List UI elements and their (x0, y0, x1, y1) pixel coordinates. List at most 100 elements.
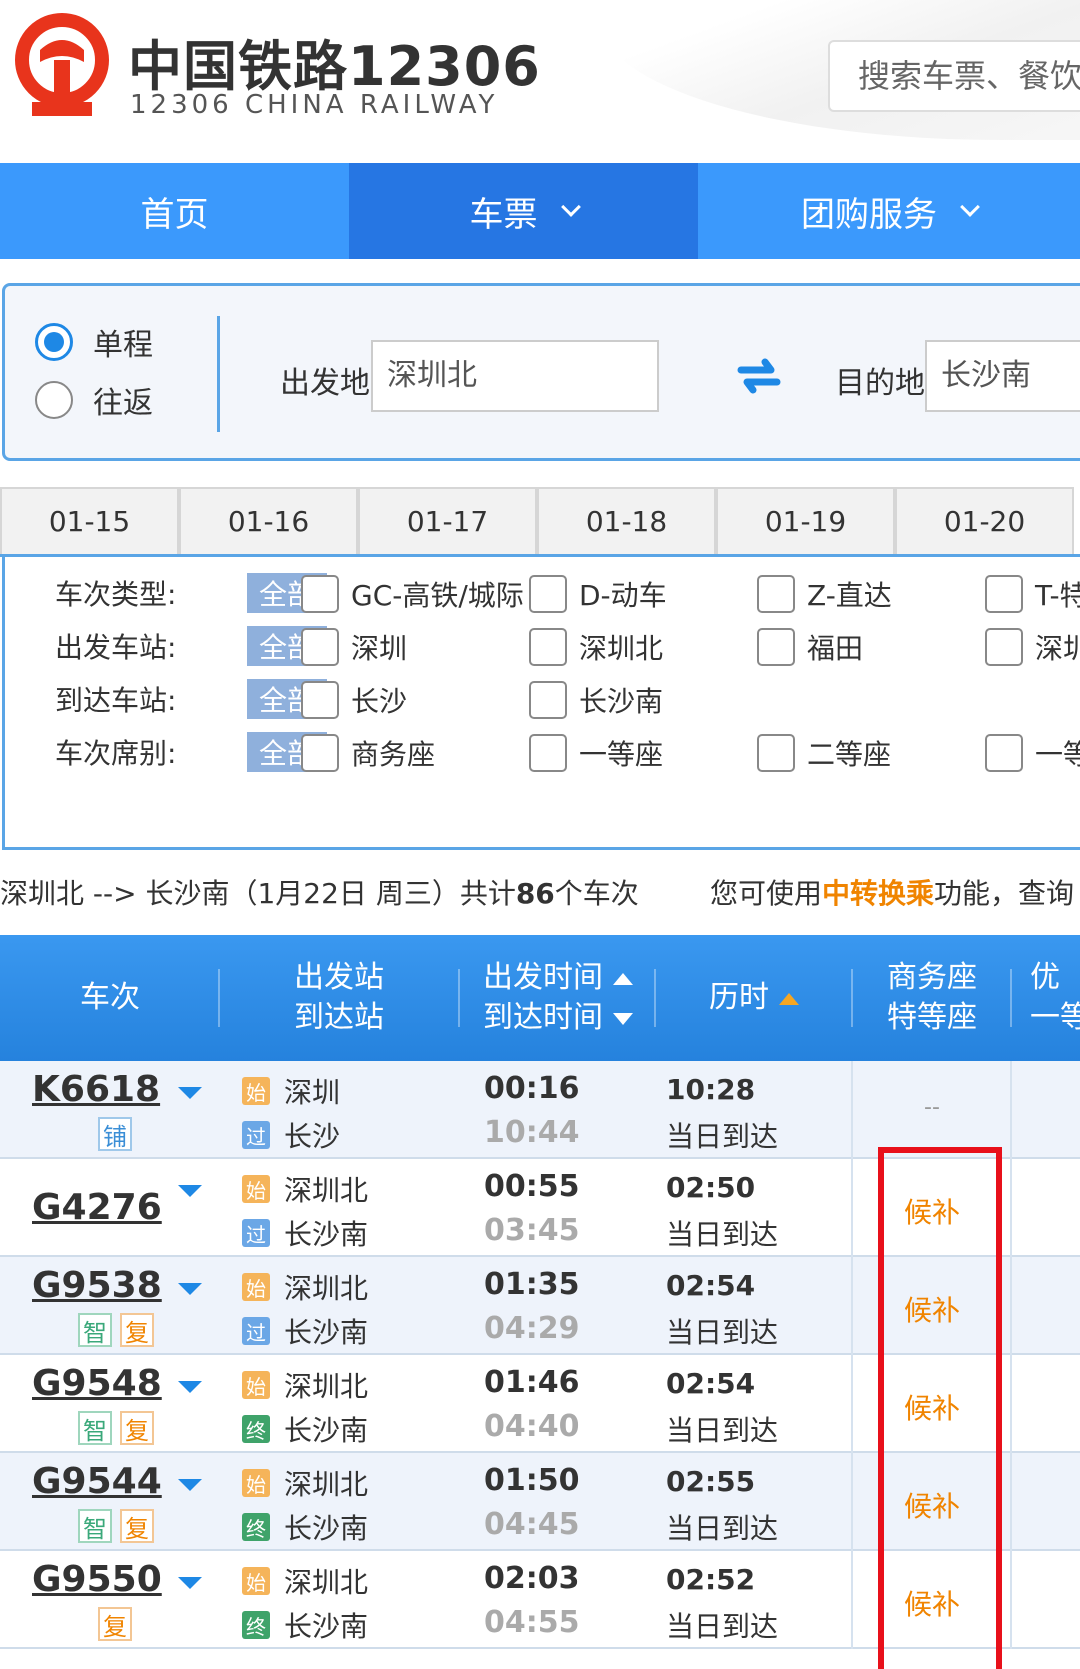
to-station-input[interactable]: 长沙南 (925, 340, 1080, 412)
departure-time: 01:50 (484, 1463, 580, 1498)
date-tab[interactable]: 01-19 (716, 487, 895, 554)
train-number-link[interactable]: G4276 (32, 1187, 162, 1228)
departure-time: 00:55 (484, 1169, 580, 1204)
header-times[interactable]: 出发时间 到达时间 (460, 935, 656, 1061)
nav-tickets[interactable]: 车票 (349, 163, 698, 259)
filter-option-label: T-特 (1035, 579, 1080, 612)
date-tab[interactable]: 01-18 (537, 487, 716, 554)
date-tab[interactable]: 01-15 (0, 487, 179, 554)
nav-group-service[interactable]: 团购服务 (698, 163, 1080, 259)
date-tab[interactable]: 01-20 (895, 487, 1074, 554)
sort-asc-icon[interactable] (613, 972, 633, 985)
arrival-time: 04:29 (484, 1311, 580, 1346)
checkbox[interactable] (301, 681, 339, 719)
column-divider (1010, 1061, 1012, 1159)
table-row[interactable]: G4276 始深圳北 过长沙南 00:55 03:45 02:50 当日到达 候… (0, 1159, 1080, 1257)
train-number-link[interactable]: K6618 (32, 1069, 160, 1110)
radio-checked-icon[interactable] (35, 323, 73, 361)
business-seat-waitlist[interactable]: 候补 (852, 1289, 1012, 1329)
from-station-input[interactable]: 深圳北 (371, 340, 659, 412)
departure-time: 01:46 (484, 1365, 580, 1400)
duration: 10:28 (666, 1073, 756, 1106)
filter-option[interactable]: 深圳北 (529, 627, 663, 667)
header-duration[interactable]: 历时 (656, 935, 852, 1061)
expand-arrow-icon[interactable] (178, 1185, 202, 1197)
checkbox[interactable] (529, 734, 567, 772)
filter-option[interactable]: 一等座 (529, 733, 663, 773)
expand-arrow-icon[interactable] (178, 1479, 202, 1491)
radio-unchecked-icon[interactable] (35, 381, 73, 419)
origin-badge-icon: 始 (242, 1371, 270, 1399)
checkbox[interactable] (529, 681, 567, 719)
checkbox[interactable] (985, 628, 1023, 666)
header-divider (1010, 969, 1012, 1027)
train-tags: 智 复 (78, 1509, 162, 1543)
checkbox[interactable] (301, 628, 339, 666)
train-number-link[interactable]: G9544 (32, 1461, 162, 1502)
filter-option[interactable]: 福田 (757, 627, 863, 667)
nav-home[interactable]: 首页 (0, 163, 349, 259)
checkbox[interactable] (757, 575, 795, 613)
filter-option[interactable]: 长沙南 (529, 680, 663, 720)
header-train: 车次 (0, 935, 220, 1061)
filter-option[interactable]: 商务座 (301, 733, 435, 773)
filter-option[interactable]: 深圳 (985, 627, 1080, 667)
transfer-link[interactable]: 中转换乘 (822, 877, 934, 910)
route-summary: 深圳北 --> 长沙南（1月22日 周三）共计 (0, 877, 516, 910)
train-number-link[interactable]: G9550 (32, 1559, 162, 1600)
transfer-hint: 您可使用中转换乘功能，查询 (710, 872, 1074, 912)
filter-option[interactable]: 长沙 (301, 680, 407, 720)
railway-logo-icon[interactable] (10, 10, 114, 122)
expand-arrow-icon[interactable] (178, 1381, 202, 1393)
filter-option[interactable]: 深圳 (301, 627, 407, 667)
departure-time: 02:03 (484, 1561, 580, 1596)
table-row[interactable]: G9550 复 始深圳北 终长沙南 02:03 04:55 02:52 当日到达… (0, 1551, 1080, 1649)
date-tab[interactable]: 01-17 (358, 487, 537, 554)
checkbox[interactable] (529, 628, 567, 666)
business-seat-waitlist[interactable]: 候补 (852, 1485, 1012, 1525)
from-station-label: 深圳 (284, 1076, 341, 1109)
sort-desc-icon[interactable] (613, 1012, 633, 1025)
filter-row-arrival: 到达车站: 全部 (55, 677, 327, 721)
filter-option-label: Z-直达 (807, 579, 892, 612)
table-row[interactable]: G9538 智 复 始深圳北 过长沙南 01:35 04:29 02:54 当日… (0, 1257, 1080, 1355)
filter-option[interactable]: D-动车 (529, 574, 667, 614)
checkbox[interactable] (757, 628, 795, 666)
hint-suffix: 功能，查询 (934, 877, 1075, 910)
checkbox[interactable] (985, 575, 1023, 613)
checkbox[interactable] (301, 734, 339, 772)
expand-arrow-icon[interactable] (178, 1577, 202, 1589)
train-number-link[interactable]: G9538 (32, 1265, 162, 1306)
column-divider (1010, 1257, 1012, 1355)
departure-time: 01:35 (484, 1267, 580, 1302)
radio-round-trip[interactable]: 往返 (35, 378, 153, 422)
table-row[interactable]: K6618 铺 始深圳 过长沙 00:16 10:44 10:28 当日到达 -… (0, 1061, 1080, 1159)
business-seat-waitlist[interactable]: 候补 (852, 1191, 1012, 1231)
checkbox[interactable] (301, 575, 339, 613)
radio-one-way-label: 单程 (93, 328, 153, 363)
checkbox[interactable] (757, 734, 795, 772)
train-number-link[interactable]: G9548 (32, 1363, 162, 1404)
business-seat-waitlist[interactable]: 候补 (852, 1583, 1012, 1623)
train-tags: 铺 (98, 1117, 140, 1151)
filter-option[interactable]: GC-高铁/城际 (301, 574, 524, 614)
arrival-time: 04:45 (484, 1507, 580, 1542)
checkbox[interactable] (529, 575, 567, 613)
filter-option[interactable]: T-特 (985, 574, 1080, 614)
column-divider (1010, 1355, 1012, 1453)
expand-arrow-icon[interactable] (178, 1283, 202, 1295)
filter-option[interactable]: 一等 (985, 733, 1080, 773)
nav-home-label: 首页 (140, 194, 209, 235)
radio-one-way[interactable]: 单程 (35, 320, 153, 364)
filter-option[interactable]: 二等座 (757, 733, 891, 773)
filter-option[interactable]: Z-直达 (757, 574, 892, 614)
table-row[interactable]: G9548 智 复 始深圳北 终长沙南 01:46 04:40 02:54 当日… (0, 1355, 1080, 1453)
date-tab[interactable]: 01-16 (179, 487, 358, 554)
site-search-input[interactable]: 搜索车票、餐饮 (828, 40, 1080, 112)
checkbox[interactable] (985, 734, 1023, 772)
table-row[interactable]: G9544 智 复 始深圳北 终长沙南 01:50 04:45 02:55 当日… (0, 1453, 1080, 1551)
business-seat-waitlist[interactable]: 候补 (852, 1387, 1012, 1427)
sort-asc-icon[interactable] (779, 992, 799, 1005)
expand-arrow-icon[interactable] (178, 1087, 202, 1099)
swap-stations-icon[interactable] (735, 356, 783, 396)
